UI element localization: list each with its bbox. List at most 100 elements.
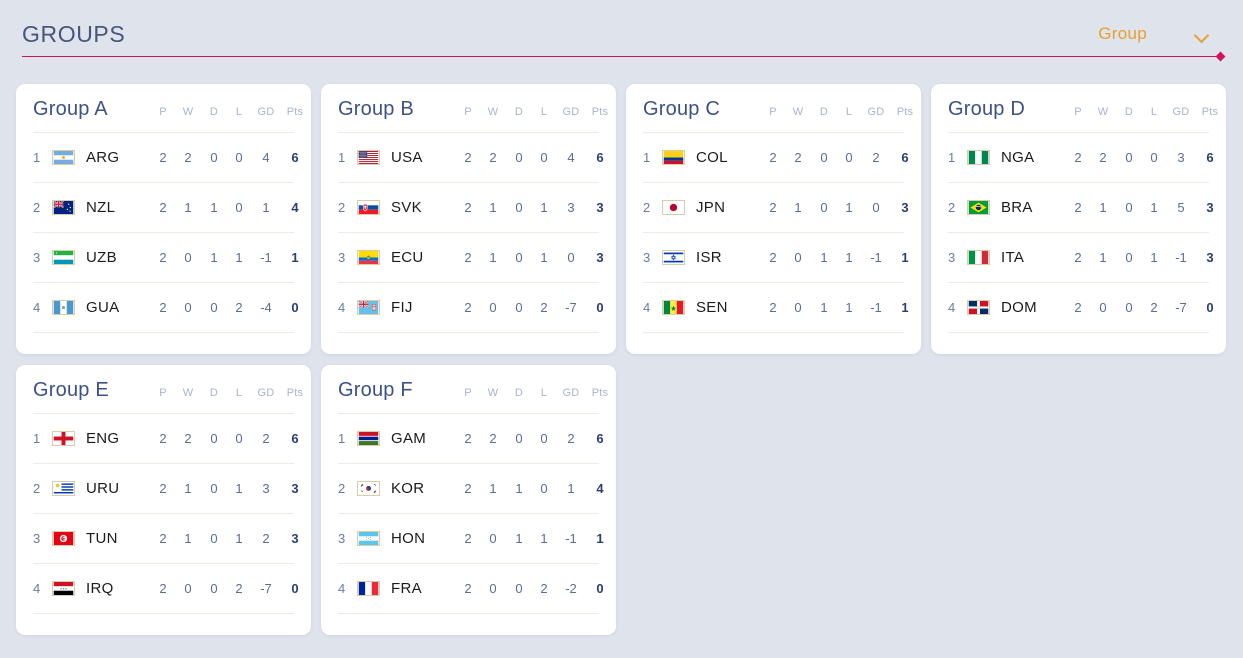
team-code: GAM (391, 430, 427, 447)
stat-w: 1 (1099, 200, 1107, 215)
column-header-d: D (209, 387, 219, 399)
team-code: TUN (86, 530, 118, 547)
stat-gd: -1 (870, 250, 882, 265)
flag-icon-it (967, 250, 990, 265)
group-card: Group C P W D L GD Pts 1 COL 2 2 0 0 2 6 2 JPN 2 1 0 1 0 3 3 ISR… (626, 84, 921, 354)
stat-d: 0 (515, 150, 523, 165)
group-title: Group E (33, 379, 109, 401)
stat-l: 2 (235, 300, 243, 315)
stat-column-headers: P W D L GD Pts (151, 387, 309, 399)
stat-l: 1 (235, 531, 243, 546)
stat-column-headers: P W D L GD Pts (456, 106, 614, 118)
team-code: UZB (86, 249, 117, 266)
stat-l: 0 (540, 431, 548, 446)
stat-gd: 2 (567, 431, 575, 446)
table-row[interactable]: 4 SEN 2 0 1 1 -1 1 (643, 283, 909, 332)
stat-l: 1 (845, 300, 853, 315)
flag-icon-nz (52, 200, 75, 215)
svg-text:⁕⁕⁕: ⁕⁕⁕ (60, 587, 68, 591)
table-row[interactable]: 3 UZB 2 0 1 1 -1 1 (33, 233, 299, 282)
column-header-pts: Pts (896, 106, 914, 118)
group-title: Group F (338, 379, 413, 401)
group-card-header: Group E P W D L GD Pts (33, 379, 303, 413)
stat-pts: 3 (1206, 200, 1214, 215)
stat-p: 2 (159, 431, 167, 446)
stat-w: 2 (184, 431, 192, 446)
stat-gd: 4 (567, 150, 575, 165)
flag-icon-sn (662, 300, 685, 315)
group-card: Group B P W D L GD Pts 1 USA 2 2 0 0 4 6 2 SVK 2 1 0 1 3 3 3 ECU… (321, 84, 616, 354)
table-row[interactable]: 2 NZL 2 1 1 0 1 4 (33, 183, 299, 232)
stat-pts: 3 (291, 481, 299, 496)
team-identity: 1 ENG (33, 430, 151, 447)
table-row[interactable]: 3 ITA 2 1 0 1 -1 3 (948, 233, 1214, 282)
stat-d: 0 (820, 200, 828, 215)
team-identity: 4 FRA (338, 580, 456, 597)
team-rank: 1 (948, 150, 956, 165)
stat-pts: 4 (291, 200, 299, 215)
table-row[interactable]: 4 FIJ 2 0 0 2 -7 0 (338, 283, 604, 332)
stat-p: 2 (464, 300, 472, 315)
stat-d: 0 (210, 300, 218, 315)
column-header-l: L (540, 387, 548, 399)
flag-icon-kr (357, 481, 380, 496)
table-row[interactable]: 1 USA 2 2 0 0 4 6 (338, 133, 604, 182)
team-code: USA (391, 149, 423, 166)
team-identity: 3 ECU (338, 249, 456, 266)
column-header-gd: GD (867, 106, 885, 118)
stat-d: 0 (210, 150, 218, 165)
team-rank: 2 (338, 200, 346, 215)
table-row[interactable]: 2 URU 2 1 0 1 3 3 (33, 464, 299, 513)
table-row[interactable]: 3 HON 2 0 1 1 -1 1 (338, 514, 604, 563)
table-row[interactable]: 1 ARG 2 2 0 0 4 6 (33, 133, 299, 182)
table-row[interactable]: 3 ISR 2 0 1 1 -1 1 (643, 233, 909, 282)
stat-w: 1 (184, 531, 192, 546)
column-header-l: L (1150, 106, 1158, 118)
team-identity: 3 HON (338, 530, 456, 547)
table-row[interactable]: 2 KOR 2 1 1 0 1 4 (338, 464, 604, 513)
team-code: GUA (86, 299, 120, 316)
table-row[interactable]: 4 FRA 2 0 0 2 -2 0 (338, 564, 604, 613)
group-filter-label[interactable]: Group (1098, 24, 1147, 44)
table-row[interactable]: 2 SVK 2 1 0 1 3 3 (338, 183, 604, 232)
table-row[interactable]: 2 BRA 2 1 0 1 5 3 (948, 183, 1214, 232)
column-header-w: W (182, 387, 194, 399)
groups-grid: Group A P W D L GD Pts 1 ARG 2 2 0 0 4 6 2 NZL 2 1 1 0 1 4 3 UZB… (0, 68, 1243, 635)
stat-pts: 3 (596, 200, 604, 215)
group-card-header: Group A P W D L GD Pts (33, 98, 303, 132)
stat-l: 1 (845, 200, 853, 215)
flag-icon-il (662, 250, 685, 265)
stat-p: 2 (1074, 150, 1082, 165)
stat-l: 2 (540, 581, 548, 596)
group-card-header: Group F P W D L GD Pts (338, 379, 608, 413)
team-code: HON (391, 530, 426, 547)
stat-pts: 3 (596, 250, 604, 265)
chevron-down-icon[interactable] (1195, 30, 1209, 39)
table-row[interactable]: 1 COL 2 2 0 0 2 6 (643, 133, 909, 182)
flag-icon-sk (357, 200, 380, 215)
stat-w: 0 (489, 300, 497, 315)
table-row[interactable]: 4 ⁕⁕⁕ IRQ 2 0 0 2 -7 0 (33, 564, 299, 613)
stat-d: 0 (515, 431, 523, 446)
table-row[interactable]: 3 TUN 2 1 0 1 2 3 (33, 514, 299, 563)
table-row[interactable]: 2 JPN 2 1 0 1 0 3 (643, 183, 909, 232)
team-identity: 3 TUN (33, 530, 151, 547)
stat-gd: -1 (260, 250, 272, 265)
table-row[interactable]: 4 DOM 2 0 0 2 -7 0 (948, 283, 1214, 332)
table-row[interactable]: 3 ECU 2 1 0 1 0 3 (338, 233, 604, 282)
team-identity: 4 SEN (643, 299, 761, 316)
table-row[interactable]: 1 ENG 2 2 0 0 2 6 (33, 414, 299, 463)
team-stats: 2 0 0 2 -7 0 (456, 300, 614, 315)
table-row[interactable]: 1 NGA 2 2 0 0 3 6 (948, 133, 1214, 182)
table-row[interactable]: 1 GAM 2 2 0 0 2 6 (338, 414, 604, 463)
stat-gd: 2 (872, 150, 880, 165)
column-header-pts: Pts (286, 106, 304, 118)
table-row[interactable]: 4 GUA 2 0 0 2 -4 0 (33, 283, 299, 332)
group-card-header: Group D P W D L GD Pts (948, 98, 1218, 132)
team-code: ECU (391, 249, 424, 266)
team-stats: 2 0 0 2 -2 0 (456, 581, 614, 596)
stat-column-headers: P W D L GD Pts (456, 387, 614, 399)
stat-l: 0 (235, 150, 243, 165)
team-rank: 2 (338, 481, 346, 496)
team-rank: 1 (33, 431, 41, 446)
